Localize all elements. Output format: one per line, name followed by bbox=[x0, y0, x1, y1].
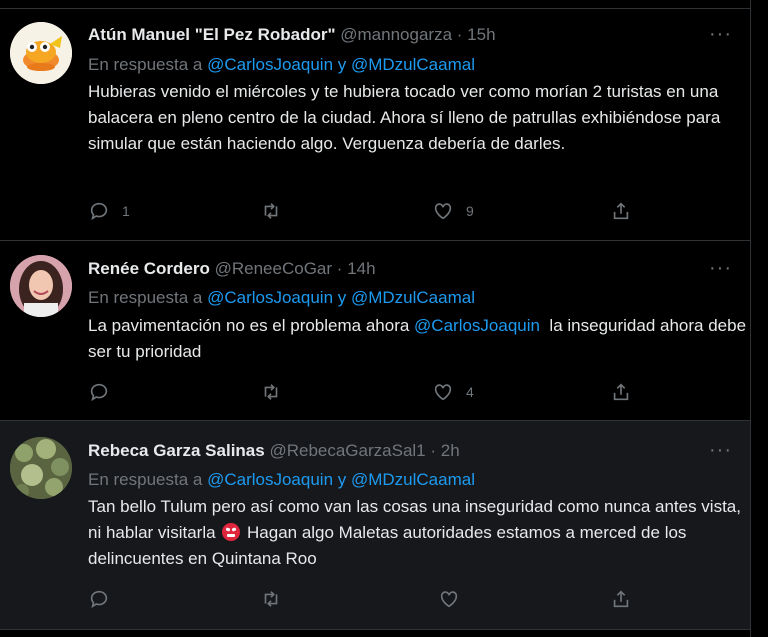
retweet-button[interactable] bbox=[260, 200, 294, 222]
timestamp[interactable]: 14h bbox=[347, 259, 375, 278]
user-handle[interactable]: @mannogarza bbox=[340, 25, 452, 44]
reply-icon bbox=[90, 383, 108, 402]
tweet-text: Tan bello Tulum pero así como van las co… bbox=[88, 494, 748, 572]
reply-context: En respuesta a @CarlosJoaquin y @MDzulCa… bbox=[88, 55, 475, 75]
avatar[interactable] bbox=[10, 437, 72, 499]
share-button[interactable] bbox=[610, 200, 632, 222]
more-options-icon[interactable]: ··· bbox=[709, 257, 732, 280]
tweet-header: Rebeca Garza Salinas @RebecaGarzaSal1 · … bbox=[88, 441, 460, 461]
tweet-text: Hubieras venido el miércoles y te hubier… bbox=[88, 82, 721, 153]
retweet-icon bbox=[264, 591, 278, 607]
separator-dot: · bbox=[336, 259, 343, 278]
display-name[interactable]: Atún Manuel "El Pez Robador" bbox=[88, 25, 336, 44]
tweet-header: Atún Manuel "El Pez Robador" @mannogarza… bbox=[88, 25, 496, 45]
avatar[interactable] bbox=[10, 255, 72, 317]
timestamp[interactable]: 2h bbox=[441, 441, 460, 460]
share-button[interactable] bbox=[610, 588, 632, 610]
divider bbox=[0, 629, 750, 630]
more-options-icon[interactable]: ··· bbox=[709, 439, 732, 462]
reply-prefix: En respuesta a bbox=[88, 470, 203, 489]
tweet-actions: 1 9 bbox=[88, 200, 648, 224]
heart-icon bbox=[434, 384, 452, 401]
retweet-icon bbox=[264, 384, 278, 400]
mention-link[interactable]: @CarlosJoaquin bbox=[414, 316, 540, 335]
reply-button[interactable] bbox=[88, 588, 122, 610]
reply-icon bbox=[90, 202, 108, 221]
user-photo-icon bbox=[10, 255, 72, 317]
reply-button[interactable] bbox=[88, 381, 122, 403]
share-button[interactable] bbox=[610, 381, 632, 403]
like-button[interactable]: 9 bbox=[432, 200, 474, 222]
display-name[interactable]: Rebeca Garza Salinas bbox=[88, 441, 265, 460]
share-icon bbox=[613, 202, 629, 220]
reply-button[interactable]: 1 bbox=[88, 200, 130, 222]
separator-dot: · bbox=[430, 441, 437, 460]
reply-count: 1 bbox=[122, 203, 130, 219]
reply-prefix: En respuesta a bbox=[88, 55, 203, 74]
tweet-2[interactable]: Renée Cordero @ReneeCoGar · 14h ··· En r… bbox=[0, 241, 750, 420]
retweet-button[interactable] bbox=[260, 588, 294, 610]
retweet-icon bbox=[264, 203, 278, 219]
more-options-icon[interactable]: ··· bbox=[709, 23, 732, 46]
timestamp[interactable]: 15h bbox=[467, 25, 495, 44]
angry-face-emoji-icon bbox=[222, 523, 241, 541]
fish-avatar-icon bbox=[10, 22, 72, 84]
user-handle[interactable]: @RebecaGarzaSal1 bbox=[269, 441, 425, 460]
tweet-header: Renée Cordero @ReneeCoGar · 14h bbox=[88, 259, 376, 279]
like-button[interactable]: 4 bbox=[432, 381, 474, 403]
tweet-actions bbox=[88, 588, 648, 612]
reply-mentions-link[interactable]: @CarlosJoaquin y @MDzulCaamal bbox=[207, 470, 475, 489]
tweet-3[interactable]: Rebeca Garza Salinas @RebecaGarzaSal1 · … bbox=[0, 421, 750, 629]
tweet-actions: 4 bbox=[88, 381, 648, 405]
share-icon bbox=[613, 590, 629, 608]
reply-context: En respuesta a @CarlosJoaquin y @MDzulCa… bbox=[88, 288, 475, 308]
avatar[interactable] bbox=[10, 22, 72, 84]
reply-mentions-link[interactable]: @CarlosJoaquin y @MDzulCaamal bbox=[207, 55, 475, 74]
tweet-1[interactable]: Atún Manuel "El Pez Robador" @mannogarza… bbox=[0, 9, 750, 240]
retweet-button[interactable] bbox=[260, 381, 294, 403]
tweet-text: La pavimentación no es el problema ahora… bbox=[88, 313, 748, 365]
like-count: 9 bbox=[466, 203, 474, 219]
tweet-text-start: La pavimentación no es el problema ahora bbox=[88, 316, 415, 335]
reply-context: En respuesta a @CarlosJoaquin y @MDzulCa… bbox=[88, 470, 475, 490]
heart-icon bbox=[434, 203, 452, 220]
reply-prefix: En respuesta a bbox=[88, 288, 203, 307]
reply-mentions-link[interactable]: @CarlosJoaquin y @MDzulCaamal bbox=[207, 288, 475, 307]
succulents-photo-icon bbox=[10, 437, 72, 499]
separator-dot: · bbox=[456, 25, 463, 44]
like-button[interactable] bbox=[438, 588, 472, 610]
reply-icon bbox=[90, 590, 108, 609]
share-icon bbox=[613, 383, 629, 401]
like-count: 4 bbox=[466, 384, 474, 400]
heart-icon bbox=[440, 591, 458, 608]
user-handle[interactable]: @ReneeCoGar bbox=[215, 259, 332, 278]
display-name[interactable]: Renée Cordero bbox=[88, 259, 210, 278]
